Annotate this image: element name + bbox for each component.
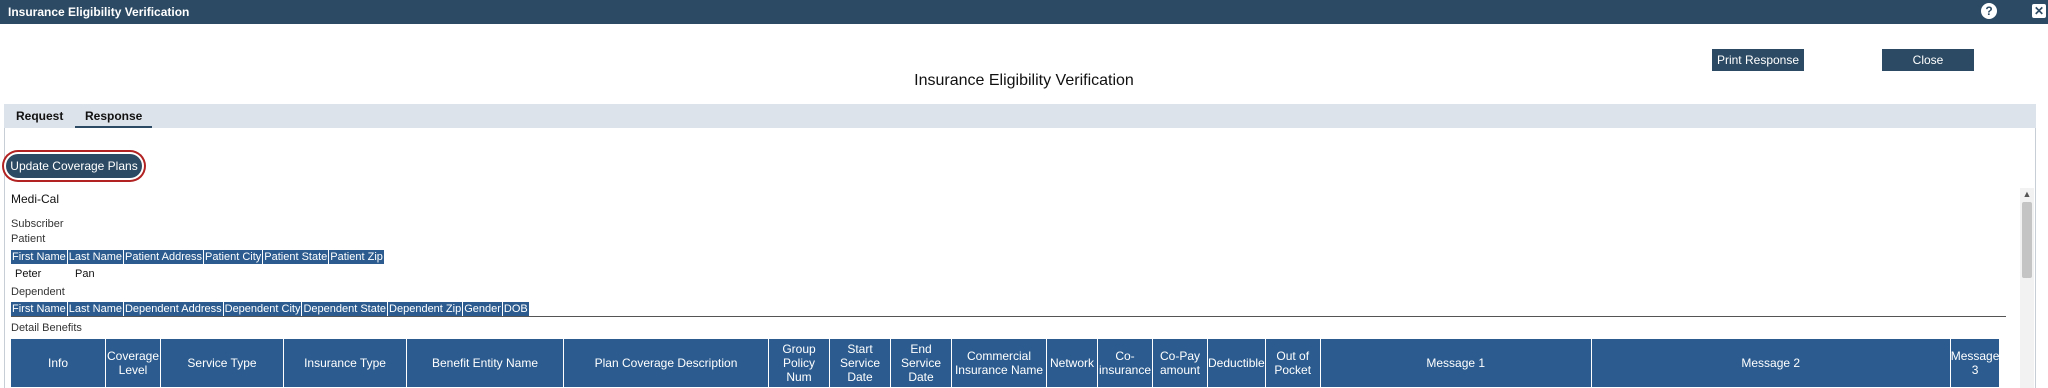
tab-response[interactable]: Response [75, 104, 153, 128]
dependent-col-header: Dependent Zip [388, 302, 464, 316]
col-header-line: 3 [1971, 363, 1979, 377]
window-titlebar: Insurance Eligibility Verification ? ✕ [0, 0, 2048, 24]
col-header-line: Message [1950, 349, 2000, 363]
col-header-line: Out of [1276, 349, 1310, 363]
col-header-line: Date [847, 370, 873, 384]
col-header-group-policy-num: Group Policy Num [768, 338, 830, 388]
col-header-co-insurance: Co-insurance [1097, 338, 1153, 388]
col-header-line: Benefit Entity Name [431, 356, 539, 370]
col-header-line: Start [847, 342, 873, 356]
col-header-line: Num [786, 370, 812, 384]
help-icon[interactable]: ? [1981, 3, 1997, 19]
col-header-message-3: Message 3 [1949, 338, 2001, 388]
col-header-co-pay-amount: Co-Pay amount [1152, 338, 1208, 388]
col-header-service-type: Service Type [160, 338, 284, 388]
dependent-col-header: First Name [11, 302, 68, 316]
col-header-line: Date [908, 370, 934, 384]
tab-bar: Request Response [4, 104, 2036, 128]
col-header-out-of-pocket: Out of Pocket [1264, 338, 1321, 388]
col-header-line: Message 1 [1426, 356, 1486, 370]
col-header-line: Service [900, 356, 941, 370]
dependent-col-header: Dependent Address [123, 302, 224, 316]
col-header-line: Pocket [1274, 363, 1312, 377]
dependent-col-header: Last Name [67, 302, 124, 316]
col-header-start-service-date: Start Service Date [829, 338, 891, 388]
patient-last-name: Pan [75, 268, 95, 280]
col-header-line: Co- [1115, 349, 1135, 363]
col-header-line: Plan Coverage Description [594, 356, 738, 370]
detail-benefits-table: Info Coverage Level Service Type Insurance T… [10, 338, 2001, 388]
col-header-message-2: Message 2 [1590, 338, 1951, 388]
page-title: Insurance Eligibility Verification [914, 72, 1134, 89]
patient-header: First Name Last Name Patient Address Pat… [11, 250, 385, 264]
col-header-coverage-level: Coverage Level [105, 338, 161, 388]
patient-col-header: Patient Zip [329, 250, 385, 264]
patient-label: Patient [11, 233, 46, 245]
col-header-benefit-entity-name: Benefit Entity Name [406, 338, 564, 388]
col-header-line: amount [1159, 363, 1201, 377]
col-header-line: Level [118, 363, 148, 377]
col-header-message-1: Message 1 [1319, 338, 1592, 388]
col-header-line: Co-Pay [1159, 349, 1200, 363]
col-header-deductible: Deductible [1207, 338, 1266, 388]
benefits-header-row: Info Coverage Level Service Type Insurance T… [10, 338, 2001, 388]
col-header-line: Deductible [1208, 356, 1265, 370]
dependent-col-header: Dependent State [302, 302, 389, 316]
col-header-line: Coverage [106, 349, 160, 363]
col-header-network: Network [1046, 338, 1098, 388]
col-header-line: End [910, 342, 932, 356]
patient-col-header: Last Name [67, 250, 124, 264]
col-header-line: Insurance Type [304, 356, 386, 370]
col-header-commercial-insurance-name: Commercial Insurance Name [951, 338, 1047, 388]
col-header-line: Insurance Name [954, 363, 1044, 377]
patient-col-header: Patient Address [123, 250, 205, 264]
col-header-insurance-type: Insurance Type [283, 338, 407, 388]
patient-col-header: Patient City [204, 250, 264, 264]
close-button[interactable]: Close [1882, 49, 1974, 71]
update-coverage-plans-button[interactable]: Update Coverage Plans [6, 154, 142, 178]
patient-col-header: Patient State [263, 250, 330, 264]
payer-name: Medi-Cal [11, 192, 60, 206]
col-header-line: Network [1049, 356, 1094, 370]
col-header-line: Group [782, 342, 816, 356]
col-header-line: Service Type [187, 356, 257, 370]
dependent-col-header: Gender [463, 302, 503, 316]
col-header-line: Commercial [966, 349, 1031, 363]
vertical-scrollbar[interactable]: ▲ [2020, 188, 2034, 388]
dependent-col-header: Dependent City [223, 302, 303, 316]
tab-request[interactable]: Request [6, 104, 73, 128]
dependent-label: Dependent [11, 286, 65, 298]
dependent-col-header: DOB [502, 302, 530, 316]
col-header-line: Service [839, 356, 880, 370]
window-title: Insurance Eligibility Verification [8, 5, 190, 19]
subscriber-label: Subscriber [11, 218, 64, 230]
detail-benefits-label: Detail Benefits [11, 322, 82, 334]
patient-col-header: First Name [11, 250, 68, 264]
print-response-button[interactable]: Print Response [1712, 49, 1804, 71]
scrollbar-thumb[interactable] [2022, 202, 2032, 278]
col-header-line: insurance [1098, 363, 1152, 377]
chevron-up-icon[interactable]: ▲ [2020, 188, 2034, 200]
col-header-info: Info [10, 338, 106, 388]
patient-first-name: Peter [15, 268, 42, 280]
close-icon[interactable]: ✕ [2032, 4, 2046, 18]
col-header-line: Message 2 [1741, 356, 1801, 370]
col-header-plan-coverage-description: Plan Coverage Description [563, 338, 769, 388]
col-header-line: Policy [782, 356, 815, 370]
col-header-end-service-date: End Service Date [890, 338, 952, 388]
dependent-header: First Name Last Name Dependent Address D… [11, 302, 530, 316]
col-header-line: Info [47, 356, 68, 370]
divider [11, 316, 2006, 317]
